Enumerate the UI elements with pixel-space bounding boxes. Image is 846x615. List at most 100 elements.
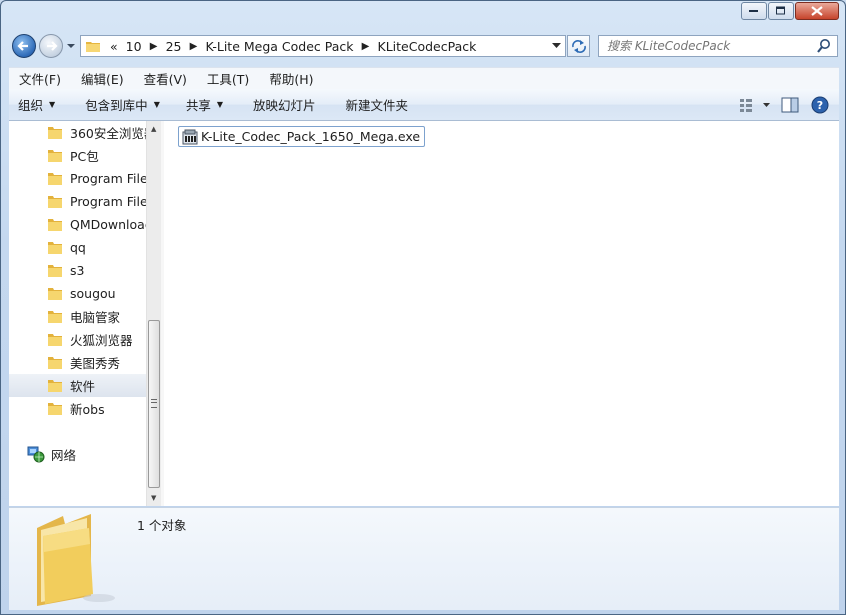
tree-item[interactable]: 360安全浏览器 bbox=[9, 121, 146, 144]
menu-view[interactable]: 查看(V) bbox=[134, 69, 197, 88]
tree-item[interactable]: qq bbox=[9, 236, 146, 259]
recent-pages-dropdown-icon[interactable] bbox=[66, 42, 76, 50]
tree-item-label: sougou bbox=[70, 286, 116, 301]
scroll-down-icon[interactable]: ▼ bbox=[151, 494, 156, 502]
tree-item[interactable]: 电脑管家 bbox=[9, 305, 146, 328]
tree-item[interactable]: 美图秀秀 bbox=[9, 351, 146, 374]
new-folder-button[interactable]: 新建文件夹 bbox=[337, 95, 418, 114]
folder-icon bbox=[47, 172, 63, 186]
preview-pane-button[interactable] bbox=[775, 93, 805, 117]
chevron-right-icon[interactable]: ▶ bbox=[358, 41, 374, 52]
back-button[interactable] bbox=[12, 34, 36, 58]
menu-tools[interactable]: 工具(T) bbox=[197, 69, 259, 88]
menu-file[interactable]: 文件(F) bbox=[9, 69, 71, 88]
view-options-button[interactable] bbox=[735, 93, 775, 117]
command-bar-right: ? bbox=[735, 89, 839, 120]
tree-item[interactable]: Program Files bbox=[9, 190, 146, 213]
tree-item-label: 火狐浏览器 bbox=[70, 333, 133, 348]
tree-item-label: QMDownload bbox=[70, 217, 146, 232]
include-library-label: 包含到库中 bbox=[85, 98, 148, 113]
organize-label: 组织 bbox=[18, 98, 44, 113]
chevron-down-icon: ▼ bbox=[153, 100, 160, 109]
folder-icon bbox=[47, 195, 63, 209]
caption-buttons bbox=[740, 2, 839, 20]
arrow-left-icon bbox=[17, 41, 28, 51]
network-label: 网络 bbox=[51, 448, 77, 463]
network-item[interactable]: 网络 bbox=[27, 445, 76, 464]
breadcrumb-item[interactable]: KLiteCodecPack bbox=[374, 39, 481, 54]
file-item[interactable]: K-Lite_Codec_Pack_1650_Mega.exe bbox=[178, 126, 426, 147]
content-area: 360安全浏览器 PC包 Program Files Program Files… bbox=[9, 121, 839, 506]
arrow-right-icon bbox=[47, 41, 58, 51]
tree-item-selected[interactable]: 软件 bbox=[9, 374, 146, 397]
chevron-down-icon[interactable] bbox=[552, 43, 561, 49]
folder-icon bbox=[47, 333, 63, 347]
chevron-down-icon: ▼ bbox=[216, 100, 224, 109]
tree-item-label: 新obs bbox=[70, 402, 105, 417]
folder-icon bbox=[47, 126, 63, 140]
new-folder-label: 新建文件夹 bbox=[345, 98, 409, 113]
search-box[interactable] bbox=[598, 35, 838, 57]
share-button[interactable]: 共享 ▼ bbox=[177, 95, 232, 114]
breadcrumb-item[interactable]: K-Lite Mega Codec Pack bbox=[201, 39, 357, 54]
tree-item-label: s3 bbox=[70, 263, 85, 278]
address-bar[interactable]: « 10 ▶ 25 ▶ K-Lite Mega Codec Pack ▶ KLi… bbox=[80, 35, 566, 57]
file-list[interactable]: K-Lite_Codec_Pack_1650_Mega.exe bbox=[164, 121, 839, 506]
navigation-pane[interactable]: 360安全浏览器 PC包 Program Files Program Files… bbox=[9, 121, 146, 506]
tree-item[interactable]: PC包 bbox=[9, 144, 146, 167]
close-button[interactable] bbox=[795, 2, 839, 20]
tree-item-label: 软件 bbox=[70, 379, 96, 394]
menu-help[interactable]: 帮助(H) bbox=[259, 69, 323, 88]
folder-icon bbox=[86, 40, 100, 52]
folder-icon bbox=[47, 241, 63, 255]
explorer-window: « 10 ▶ 25 ▶ K-Lite Mega Codec Pack ▶ KLi… bbox=[0, 0, 846, 615]
tree-item[interactable]: 新obs bbox=[9, 397, 146, 420]
folder-icon bbox=[47, 264, 63, 278]
scrollbar-thumb[interactable] bbox=[148, 320, 160, 488]
refresh-icon bbox=[572, 40, 586, 53]
chevron-right-icon[interactable]: ▶ bbox=[185, 41, 201, 52]
installer-icon bbox=[182, 129, 198, 145]
share-label: 共享 bbox=[185, 98, 211, 113]
chevron-right-icon[interactable]: ▶ bbox=[146, 41, 162, 52]
tree-item[interactable]: s3 bbox=[9, 259, 146, 282]
help-button[interactable]: ? bbox=[805, 93, 835, 117]
folder-icon bbox=[47, 310, 63, 324]
grip-icon bbox=[151, 399, 157, 408]
organize-button[interactable]: 组织 ▼ bbox=[9, 95, 64, 114]
network-icon bbox=[27, 446, 45, 463]
tree-item-label: 美图秀秀 bbox=[70, 356, 121, 371]
tree-item[interactable]: 火狐浏览器 bbox=[9, 328, 146, 351]
command-bar: 组织 ▼ 包含到库中 ▼ 共享 ▼ 放映幻灯片 新建文件夹 ? bbox=[9, 89, 839, 121]
details-pane: 1 个对象 bbox=[9, 507, 839, 610]
file-name: K-Lite_Codec_Pack_1650_Mega.exe bbox=[201, 129, 421, 144]
refresh-button[interactable] bbox=[567, 35, 590, 57]
breadcrumb-item[interactable]: 25 bbox=[162, 39, 186, 54]
tree-item[interactable]: Program Files bbox=[9, 167, 146, 190]
tree-item-label: Program Files bbox=[70, 171, 146, 186]
chevron-down-icon: ▼ bbox=[49, 100, 56, 109]
tree-item[interactable]: QMDownload bbox=[9, 213, 146, 236]
help-icon: ? bbox=[811, 96, 829, 113]
include-in-library-button[interactable]: 包含到库中 ▼ bbox=[76, 95, 169, 114]
search-icon[interactable] bbox=[816, 38, 832, 54]
folder-icon bbox=[47, 287, 63, 301]
slideshow-label: 放映幻灯片 bbox=[253, 98, 316, 113]
maximize-button[interactable] bbox=[768, 2, 794, 20]
folder-icon bbox=[47, 218, 63, 232]
search-input[interactable] bbox=[599, 36, 816, 56]
preview-pane-icon bbox=[781, 97, 799, 112]
item-count: 1 个对象 bbox=[137, 518, 187, 533]
nav-pane-scrollbar[interactable]: ▲ ▼ bbox=[146, 121, 161, 506]
view-list-icon bbox=[740, 98, 770, 112]
menu-edit[interactable]: 编辑(E) bbox=[71, 69, 134, 88]
breadcrumb-item[interactable]: 10 bbox=[122, 39, 146, 54]
folder-icon bbox=[47, 356, 63, 370]
breadcrumb-overflow[interactable]: « bbox=[106, 39, 122, 54]
slideshow-button[interactable]: 放映幻灯片 bbox=[244, 95, 325, 114]
menu-bar: 文件(F) 编辑(E) 查看(V) 工具(T) 帮助(H) bbox=[9, 67, 839, 89]
minimize-button[interactable] bbox=[741, 2, 767, 20]
forward-button[interactable] bbox=[39, 34, 63, 58]
tree-item[interactable]: sougou bbox=[9, 282, 146, 305]
scroll-up-icon[interactable]: ▲ bbox=[151, 125, 156, 133]
